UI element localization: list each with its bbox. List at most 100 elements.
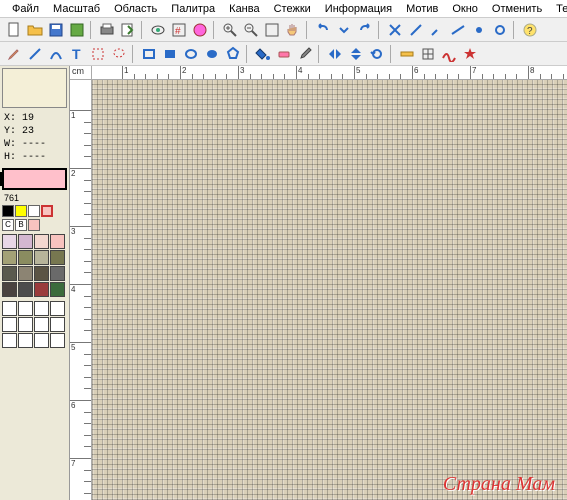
zoom-fit-button[interactable] (262, 20, 282, 40)
menu-window[interactable]: Окно (446, 2, 484, 16)
palette-empty[interactable] (50, 317, 65, 332)
tool-flip-h[interactable] (325, 44, 345, 64)
stitch-quarter-button[interactable] (427, 20, 447, 40)
palette-empty[interactable] (34, 333, 49, 348)
tool-rect[interactable] (139, 44, 159, 64)
design-preview[interactable] (2, 68, 67, 108)
current-color[interactable] (2, 168, 67, 190)
palette-empty[interactable] (2, 333, 17, 348)
menu-info[interactable]: Информация (319, 2, 398, 16)
tab-c[interactable]: C (2, 219, 14, 231)
palette-swatch[interactable] (2, 250, 17, 265)
menu-file[interactable]: Файл (6, 2, 45, 16)
palette-swatch[interactable] (18, 250, 33, 265)
palette-swatch[interactable] (50, 250, 65, 265)
palette-swatch[interactable] (2, 266, 17, 281)
mini-white[interactable] (28, 205, 40, 217)
palette-empty[interactable] (2, 317, 17, 332)
palette-swatch[interactable] (34, 234, 49, 249)
tool-select-rect[interactable] (88, 44, 108, 64)
tool-select-free[interactable] (109, 44, 129, 64)
open-button[interactable] (25, 20, 45, 40)
tool-ellipse[interactable] (181, 44, 201, 64)
tool-flip-v[interactable] (346, 44, 366, 64)
tab-current[interactable] (28, 219, 40, 231)
mini-yellow[interactable] (15, 205, 27, 217)
palette-swatch[interactable] (34, 266, 49, 281)
palette-swatch[interactable] (50, 282, 65, 297)
print-button[interactable] (97, 20, 117, 40)
stitch-bead-button[interactable] (490, 20, 510, 40)
tool-fill[interactable] (253, 44, 273, 64)
tool-eraser[interactable] (274, 44, 294, 64)
mini-black[interactable] (2, 205, 14, 217)
palette-empty[interactable] (34, 317, 49, 332)
palette-swatch[interactable] (18, 266, 33, 281)
view-symbols-button[interactable]: # (169, 20, 189, 40)
menu-motif[interactable]: Мотив (400, 2, 444, 16)
view-realistic-button[interactable] (148, 20, 168, 40)
menu-undo[interactable]: Отменить (486, 2, 548, 16)
palette-empty[interactable] (50, 301, 65, 316)
palette-swatch[interactable] (2, 234, 17, 249)
zoom-in-button[interactable] (220, 20, 240, 40)
export-button[interactable] (118, 20, 138, 40)
ruler-tick: 2 (70, 168, 91, 178)
menu-canvas[interactable]: Канва (223, 2, 265, 16)
menu-palette[interactable]: Палитра (165, 2, 221, 16)
palette-swatch[interactable] (18, 234, 33, 249)
help-button[interactable]: ? (520, 20, 540, 40)
stitch-back-button[interactable] (448, 20, 468, 40)
tool-polygon[interactable] (223, 44, 243, 64)
tool-measure[interactable] (397, 44, 417, 64)
canvas-area: cm 12345678 1234567 (70, 66, 567, 500)
stitch-half-button[interactable] (406, 20, 426, 40)
tab-b[interactable]: B (15, 219, 27, 231)
mini-selected[interactable] (41, 205, 53, 217)
palette-swatch[interactable] (34, 250, 49, 265)
hand-button[interactable] (283, 20, 303, 40)
zoom-out-button[interactable] (241, 20, 261, 40)
ellipse-fill-icon (204, 46, 220, 62)
palette-empty[interactable] (18, 333, 33, 348)
tool-text[interactable]: T (67, 44, 87, 64)
palette-swatch[interactable] (50, 266, 65, 281)
save-button[interactable] (46, 20, 66, 40)
tool-grid[interactable] (418, 44, 438, 64)
rect-icon (141, 46, 157, 62)
stitch-canvas[interactable] (92, 80, 567, 500)
tool-picker[interactable] (295, 44, 315, 64)
tool-backstitch-mode[interactable] (439, 44, 459, 64)
view-colors-button[interactable] (190, 20, 210, 40)
tool-rotate[interactable] (367, 44, 387, 64)
palette-swatch[interactable] (18, 282, 33, 297)
tool-ellipse-fill[interactable] (202, 44, 222, 64)
palette-empty[interactable] (34, 301, 49, 316)
coord-h: ---- (22, 152, 46, 163)
svg-text:?: ? (527, 26, 533, 37)
palette-empty[interactable] (18, 317, 33, 332)
tool-pencil[interactable] (4, 44, 24, 64)
undo-button[interactable] (313, 20, 333, 40)
palette-swatch[interactable] (2, 282, 17, 297)
palette-empty[interactable] (18, 301, 33, 316)
menu-area[interactable]: Область (108, 2, 163, 16)
palette-swatch[interactable] (50, 234, 65, 249)
palette-swatch[interactable] (34, 282, 49, 297)
menu-zoom[interactable]: Масштаб (47, 2, 106, 16)
new-button[interactable] (4, 20, 24, 40)
tool-curve[interactable] (46, 44, 66, 64)
undo-drop-button[interactable] (334, 20, 354, 40)
stitch-french-button[interactable] (469, 20, 489, 40)
palette-empty[interactable] (2, 301, 17, 316)
tool-rect-fill[interactable] (160, 44, 180, 64)
tool-line[interactable] (25, 44, 45, 64)
menu-stitches[interactable]: Стежки (268, 2, 317, 16)
tool-special[interactable] (460, 44, 480, 64)
menu-text[interactable]: Текст (550, 2, 567, 16)
stitch-full-button[interactable] (385, 20, 405, 40)
save-as-button[interactable] (67, 20, 87, 40)
redo-button[interactable] (355, 20, 375, 40)
palette-empty[interactable] (50, 333, 65, 348)
ruler-tick: 3 (238, 66, 244, 79)
